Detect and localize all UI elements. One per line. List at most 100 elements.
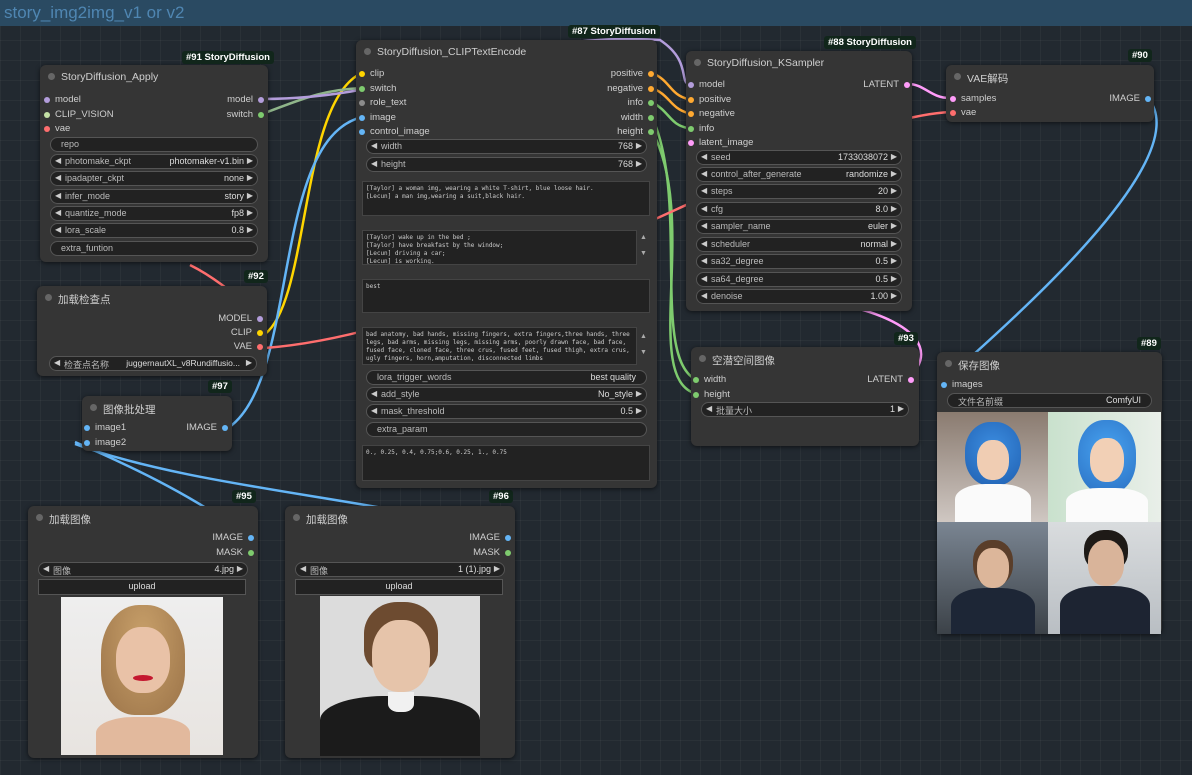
textarea-role-prompt[interactable]: [Taylor] a woman img, wearing a white T-…	[362, 181, 650, 216]
collapse-dot-icon[interactable]	[694, 59, 701, 66]
output-slot-info[interactable]: info	[628, 97, 654, 108]
input-slot-info[interactable]: info	[688, 123, 714, 134]
widget-ipadapter-ckpt[interactable]: ◀ ipadapter_ckpt none ▶	[50, 171, 258, 186]
input-slot-samples[interactable]: samples	[950, 93, 996, 104]
widget-ckpt-name[interactable]: ◀ 检查点名称 juggernautXL_v8Rundiffusio... ▶	[49, 356, 257, 371]
collapse-dot-icon[interactable]	[45, 294, 52, 301]
node-clip-text-encode[interactable]: #87 StoryDiffusion StoryDiffusion_CLIPTe…	[356, 25, 660, 488]
collapse-dot-icon[interactable]	[48, 73, 55, 80]
input-slot-clip-vision[interactable]: CLIP_VISION	[44, 109, 114, 120]
widget-repo[interactable]: repo	[50, 137, 258, 152]
collapse-dot-icon[interactable]	[954, 73, 961, 80]
output-slot-latent[interactable]: LATENT	[863, 79, 910, 90]
node-header[interactable]: StoryDiffusion_CLIPTextEncode	[356, 40, 657, 64]
widget-image-select[interactable]: ◀ 图像 1 (1).jpg ▶	[295, 562, 505, 577]
collapse-dot-icon[interactable]	[293, 514, 300, 521]
input-slot-clip[interactable]: clip	[359, 68, 384, 79]
node-save-image[interactable]: #89 保存图像 images 文件名前缀 ComfyUI	[937, 337, 1162, 634]
upload-button[interactable]: upload	[295, 579, 503, 595]
node-header[interactable]: 加载检查点	[37, 286, 267, 310]
input-slot-latent-image[interactable]: latent_image	[688, 137, 753, 148]
output-slot-clip[interactable]: CLIP	[231, 327, 263, 338]
node-vae-decode[interactable]: #90 VAE解码 samples vae IMAGE	[946, 49, 1154, 122]
output-slot-height[interactable]: height	[617, 126, 654, 137]
widget-sa32-degree[interactable]: ◀ sa32_degree 0.5 ▶	[696, 254, 902, 269]
widget-width[interactable]: ◀ width 768 ▶	[366, 139, 647, 154]
widget-denoise[interactable]: ◀ denoise 1.00 ▶	[696, 289, 902, 304]
widget-extra-funtion[interactable]: extra_funtion	[50, 241, 258, 256]
input-slot-image2[interactable]: image2	[84, 437, 126, 448]
scroll-down-icon[interactable]: ▼	[640, 349, 647, 356]
widget-sampler-name[interactable]: ◀ sampler_name euler ▶	[696, 219, 902, 234]
scroll-down-icon[interactable]: ▼	[640, 250, 647, 257]
input-slot-image1[interactable]: image1	[84, 422, 126, 433]
input-slot-control-image[interactable]: control_image	[359, 126, 430, 137]
output-slot-image[interactable]: IMAGE	[186, 422, 228, 433]
widget-seed[interactable]: ◀ seed 1733038072 ▶	[696, 150, 902, 165]
node-header[interactable]: StoryDiffusion_KSampler	[686, 51, 912, 75]
node-header[interactable]: VAE解码	[946, 65, 1154, 89]
output-slot-model[interactable]: MODEL	[218, 313, 263, 324]
node-empty-latent[interactable]: #93 空潜空间图像 width height LATENT ◀ 批量大小 1 ▶	[691, 332, 919, 446]
collapse-dot-icon[interactable]	[90, 404, 97, 411]
widget-sa64-degree[interactable]: ◀ sa64_degree 0.5 ▶	[696, 272, 902, 287]
widget-photomake-ckpt[interactable]: ◀ photomake_ckpt photomaker-v1.bin ▶	[50, 154, 258, 169]
widget-steps[interactable]: ◀ steps 20 ▶	[696, 184, 902, 199]
node-ksampler[interactable]: #88 StoryDiffusion StoryDiffusion_KSampl…	[686, 36, 916, 311]
textarea-negative-prompt[interactable]: bad anatomy, bad hands, missing fingers,…	[362, 327, 637, 365]
input-slot-model[interactable]: model	[688, 79, 725, 90]
node-load-image-95[interactable]: #95 加载图像 IMAGE MASK ◀ 图像 4.jpg ▶ upload	[28, 490, 258, 758]
output-slot-positive[interactable]: positive	[611, 68, 654, 79]
widget-extra-param[interactable]: extra_param	[366, 422, 647, 437]
node-header[interactable]: 加载图像	[28, 506, 258, 530]
textarea-scene-prompt[interactable]: [Taylor] wake up in the bed ; [Taylor] h…	[362, 230, 637, 265]
input-slot-images[interactable]: images	[941, 379, 983, 390]
scroll-up-icon[interactable]: ▲	[640, 333, 647, 340]
input-slot-model[interactable]: model	[44, 94, 81, 105]
output-slot-switch[interactable]: switch	[227, 109, 264, 120]
widget-quantize-mode[interactable]: ◀ quantize_mode fp8 ▶	[50, 206, 258, 221]
collapse-dot-icon[interactable]	[945, 360, 952, 367]
upload-button[interactable]: upload	[38, 579, 246, 595]
input-slot-width[interactable]: width	[693, 374, 726, 385]
node-header[interactable]: 保存图像	[937, 352, 1162, 376]
widget-lora-scale[interactable]: ◀ lora_scale 0.8 ▶	[50, 223, 258, 238]
widget-height[interactable]: ◀ height 768 ▶	[366, 157, 647, 172]
output-slot-latent[interactable]: LATENT	[867, 374, 914, 385]
node-load-image-96[interactable]: #96 加载图像 IMAGE MASK ◀ 图像 1 (1).jpg ▶ upload	[285, 490, 515, 758]
output-slot-vae[interactable]: VAE	[234, 341, 263, 352]
widget-batch-size[interactable]: ◀ 批量大小 1 ▶	[701, 402, 909, 417]
input-slot-negative[interactable]: negative	[688, 108, 735, 119]
input-slot-image[interactable]: image	[359, 112, 396, 123]
widget-infer-mode[interactable]: ◀ infer_mode story ▶	[50, 189, 258, 204]
input-slot-role-text[interactable]: role_text	[359, 97, 406, 108]
node-storydiffusion-apply[interactable]: #91 StoryDiffusion StoryDiffusion_Apply …	[40, 51, 274, 262]
input-slot-vae[interactable]: vae	[44, 123, 70, 134]
widget-lora-trigger-words[interactable]: lora_trigger_words best quality	[366, 370, 647, 385]
input-slot-height[interactable]: height	[693, 389, 730, 400]
widget-cfg[interactable]: ◀ cfg 8.0 ▶	[696, 202, 902, 217]
output-slot-mask[interactable]: MASK	[216, 547, 254, 558]
input-slot-positive[interactable]: positive	[688, 94, 731, 105]
node-checkpoint-loader[interactable]: #92 加载检查点 MODEL CLIP VAE ◀ 检查点名称 juggernau…	[37, 270, 268, 376]
output-slot-model[interactable]: model	[227, 94, 264, 105]
textarea-positive-prompt[interactable]: best	[362, 279, 650, 313]
textarea-region-params[interactable]: 0., 0.25, 0.4, 0.75;0.6, 0.25, 1., 0.75	[362, 445, 650, 481]
widget-control-after-generate[interactable]: ◀ control_after_generate randomize ▶	[696, 167, 902, 182]
widget-add-style[interactable]: ◀ add_style No_style ▶	[366, 387, 647, 402]
node-image-batch[interactable]: #97 图像批处理 image1 image2 IMAGE	[82, 380, 232, 451]
input-slot-vae[interactable]: vae	[950, 107, 976, 118]
widget-image-select[interactable]: ◀ 图像 4.jpg ▶	[38, 562, 248, 577]
output-slot-image[interactable]: IMAGE	[212, 532, 254, 543]
collapse-dot-icon[interactable]	[364, 48, 371, 55]
output-slot-mask[interactable]: MASK	[473, 547, 511, 558]
output-slot-image[interactable]: IMAGE	[469, 532, 511, 543]
collapse-dot-icon[interactable]	[36, 514, 43, 521]
collapse-dot-icon[interactable]	[699, 355, 706, 362]
widget-mask-threshold[interactable]: ◀ mask_threshold 0.5 ▶	[366, 404, 647, 419]
output-slot-negative[interactable]: negative	[607, 83, 654, 94]
widget-filename-prefix[interactable]: 文件名前缀 ComfyUI	[947, 393, 1152, 408]
widget-scheduler[interactable]: ◀ scheduler normal ▶	[696, 237, 902, 252]
node-header[interactable]: StoryDiffusion_Apply	[40, 65, 268, 89]
output-slot-image[interactable]: IMAGE	[1109, 93, 1151, 104]
